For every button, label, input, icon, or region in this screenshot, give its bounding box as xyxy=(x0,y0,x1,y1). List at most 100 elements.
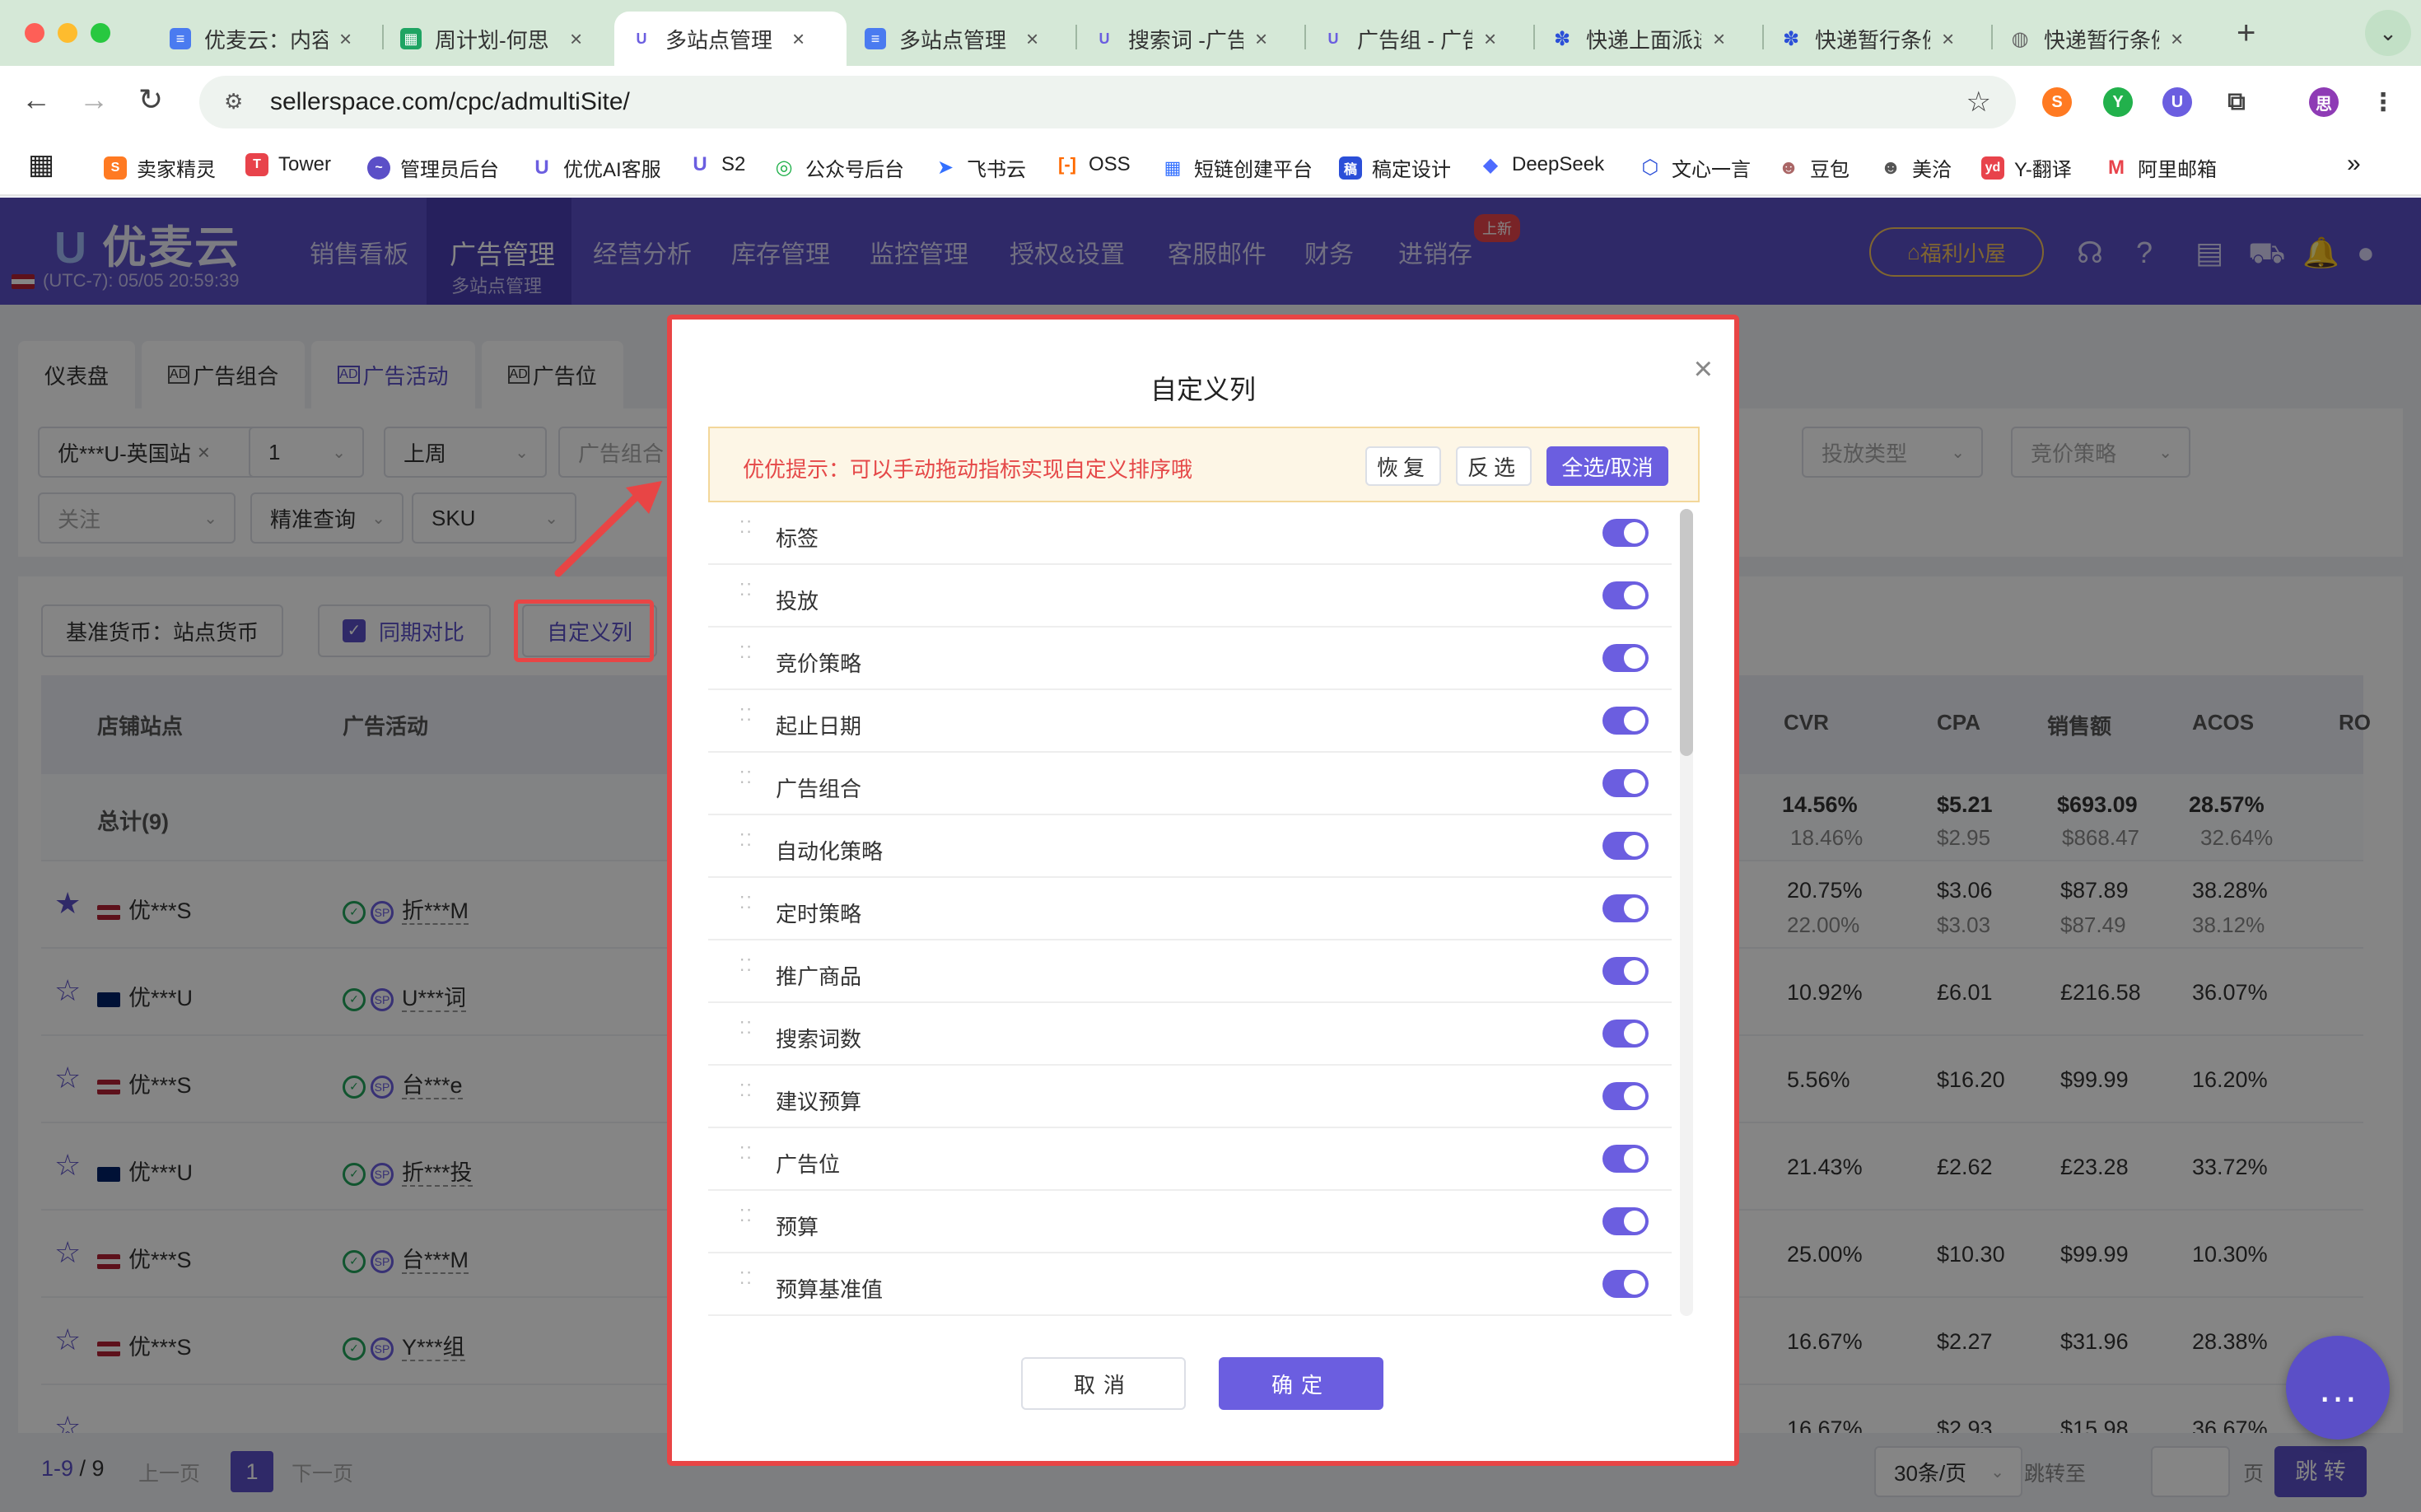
browser-tab[interactable]: ▦ 周计划-何思 × xyxy=(384,12,599,66)
close-icon[interactable]: × xyxy=(570,26,582,52)
column-item[interactable]: ⁚⁚ 标签 xyxy=(708,502,1672,565)
bookmark-item[interactable]: ☻ 美洽 xyxy=(1879,153,1952,182)
extensions-puzzle-icon[interactable]: ⧉ xyxy=(2222,87,2251,117)
column-item[interactable]: ⁚⁚ 建议预算 xyxy=(708,1066,1672,1128)
bookmark-item[interactable]: U S2 xyxy=(688,153,745,176)
more-bookmarks-icon[interactable]: » xyxy=(2347,150,2361,178)
column-item[interactable]: ⁚⁚ 竞价策略 xyxy=(708,628,1672,690)
drag-handle-icon[interactable]: ⁚⁚ xyxy=(739,707,753,724)
omnibox[interactable]: ⚙ sellerspace.com/cpc/admultiSite/ ☆ xyxy=(199,76,2016,128)
close-icon[interactable]: × xyxy=(1026,26,1038,52)
site-info-icon[interactable]: ⚙ xyxy=(224,89,250,115)
close-icon[interactable]: × xyxy=(339,26,352,52)
column-toggle[interactable] xyxy=(1602,769,1649,797)
profile-avatar[interactable]: 思 xyxy=(2309,87,2339,117)
bookmark-item[interactable]: T Tower xyxy=(245,153,331,176)
drag-handle-icon[interactable]: ⁚⁚ xyxy=(739,582,753,599)
restore-button[interactable]: 恢复 xyxy=(1365,446,1441,486)
drag-handle-icon[interactable]: ⁚⁚ xyxy=(739,1020,753,1037)
bookmark-item[interactable]: ➤ 飞书云 xyxy=(934,153,1026,182)
drag-handle-icon[interactable]: ⁚⁚ xyxy=(739,833,753,849)
drag-handle-icon[interactable]: ⁚⁚ xyxy=(739,1083,753,1099)
confirm-button[interactable]: 确定 xyxy=(1219,1357,1383,1410)
close-window-button[interactable] xyxy=(25,23,44,43)
close-icon[interactable]: × xyxy=(792,26,805,52)
column-item[interactable]: ⁚⁚ 搜索词数 xyxy=(708,1003,1672,1066)
minimize-window-button[interactable] xyxy=(58,23,77,43)
drag-handle-icon[interactable]: ⁚⁚ xyxy=(739,1208,753,1225)
bookmark-item[interactable]: yd Y-翻译 xyxy=(1981,153,2072,182)
extension-u-icon[interactable]: U xyxy=(2162,87,2192,117)
drag-handle-icon[interactable]: ⁚⁚ xyxy=(739,645,753,661)
column-item[interactable]: ⁚⁚ 起止日期 xyxy=(708,690,1672,753)
browser-tab[interactable]: U 搜索词 -广告 × xyxy=(1077,12,1284,66)
column-toggle[interactable] xyxy=(1602,644,1649,672)
bookmark-item[interactable]: ◎ 公众号后台 xyxy=(772,153,904,182)
cancel-button[interactable]: 取消 xyxy=(1021,1357,1186,1410)
browser-tab[interactable]: U 广告组 - 广告 × xyxy=(1306,12,1513,66)
chat-bubble-button[interactable]: … xyxy=(2286,1336,2390,1440)
close-icon[interactable]: × xyxy=(1942,26,1954,52)
bookmark-item[interactable]: ▦ 短链创建平台 xyxy=(1161,153,1313,182)
new-tab-button[interactable]: + xyxy=(2237,15,2255,52)
browser-tab[interactable]: ✽ 快递暂行条例 × xyxy=(1764,12,1971,66)
column-toggle[interactable] xyxy=(1602,519,1649,547)
bookmark-star-icon[interactable]: ☆ xyxy=(1966,86,1991,119)
column-item[interactable]: ⁚⁚ 广告位 xyxy=(708,1128,1672,1191)
bookmark-item[interactable]: ⬡ 文心一言 xyxy=(1639,153,1751,182)
drag-handle-icon[interactable]: ⁚⁚ xyxy=(739,1271,753,1287)
apps-grid-icon[interactable]: ▦ xyxy=(28,148,54,181)
browser-tab[interactable]: ≡ 优麦云：内容 × xyxy=(153,12,368,66)
browser-tab[interactable]: ≡ 多站点管理 × xyxy=(848,12,1055,66)
browser-tab[interactable]: ✽ 快递上面派送 × xyxy=(1535,12,1742,66)
column-toggle[interactable] xyxy=(1602,1145,1649,1173)
bookmark-item[interactable]: S 卖家精灵 xyxy=(104,153,216,182)
select-all-button[interactable]: 全选/取消 xyxy=(1546,446,1668,486)
zoom-window-button[interactable] xyxy=(91,23,110,43)
drag-handle-icon[interactable]: ⁚⁚ xyxy=(739,1146,753,1162)
bookmark-item[interactable]: ◆ DeepSeek xyxy=(1479,153,1604,176)
bookmark-item[interactable]: ☻ 豆包 xyxy=(1777,153,1850,182)
url-text[interactable]: sellerspace.com/cpc/admultiSite/ xyxy=(270,88,630,116)
invert-selection-button[interactable]: 反选 xyxy=(1456,446,1532,486)
drag-handle-icon[interactable]: ⁚⁚ xyxy=(739,958,753,974)
close-icon[interactable]: × xyxy=(1694,351,1713,388)
close-icon[interactable]: × xyxy=(1713,26,1725,52)
column-toggle[interactable] xyxy=(1602,894,1649,922)
column-toggle[interactable] xyxy=(1602,832,1649,860)
column-toggle[interactable] xyxy=(1602,1020,1649,1048)
extension-y-icon[interactable]: Y xyxy=(2103,87,2133,117)
tab-search-button[interactable]: ⌄ xyxy=(2365,10,2411,56)
column-toggle[interactable] xyxy=(1602,957,1649,985)
browser-menu-icon[interactable]: ⋮ xyxy=(2368,87,2398,117)
bookmark-item[interactable]: ~ 管理员后台 xyxy=(367,153,499,182)
drag-handle-icon[interactable]: ⁚⁚ xyxy=(739,770,753,786)
drag-handle-icon[interactable]: ⁚⁚ xyxy=(739,520,753,536)
browser-tab[interactable]: ◍ 快递暂行条例 × xyxy=(1993,12,2199,66)
close-icon[interactable]: × xyxy=(1255,26,1267,52)
extension-s-icon[interactable]: S xyxy=(2042,87,2072,117)
column-item[interactable]: ⁚⁚ 定时策略 xyxy=(708,878,1672,940)
close-icon[interactable]: × xyxy=(1484,26,1496,52)
column-toggle[interactable] xyxy=(1602,1207,1649,1235)
forward-icon[interactable]: → xyxy=(79,82,109,117)
column-toggle[interactable] xyxy=(1602,1082,1649,1110)
column-toggle[interactable] xyxy=(1602,581,1649,609)
column-toggle[interactable] xyxy=(1602,707,1649,735)
bookmark-item[interactable]: U 优优AI客服 xyxy=(530,153,660,182)
column-item[interactable]: ⁚⁚ 预算基准值 xyxy=(708,1253,1672,1316)
back-icon[interactable]: ← xyxy=(21,82,51,117)
bookmark-item[interactable]: 稿稿定设计 xyxy=(1339,153,1451,182)
column-item[interactable]: ⁚⁚ 投放 xyxy=(708,565,1672,628)
column-item[interactable]: ⁚⁚ 广告组合 xyxy=(708,753,1672,815)
column-item[interactable]: ⁚⁚ 自动化策略 xyxy=(708,815,1672,878)
reload-icon[interactable]: ↻ xyxy=(138,82,163,117)
bookmark-item[interactable]: M 阿里邮箱 xyxy=(2105,153,2217,182)
column-item[interactable]: ⁚⁚ 推广商品 xyxy=(708,940,1672,1003)
drag-handle-icon[interactable]: ⁚⁚ xyxy=(739,895,753,912)
bookmark-item[interactable]: [-] OSS xyxy=(1056,153,1131,176)
scrollbar-thumb[interactable] xyxy=(1680,509,1693,756)
browser-tab-active[interactable]: U 多站点管理 × xyxy=(614,12,847,66)
close-icon[interactable]: × xyxy=(2171,26,2183,52)
column-item[interactable]: ⁚⁚ 预算 xyxy=(708,1191,1672,1253)
